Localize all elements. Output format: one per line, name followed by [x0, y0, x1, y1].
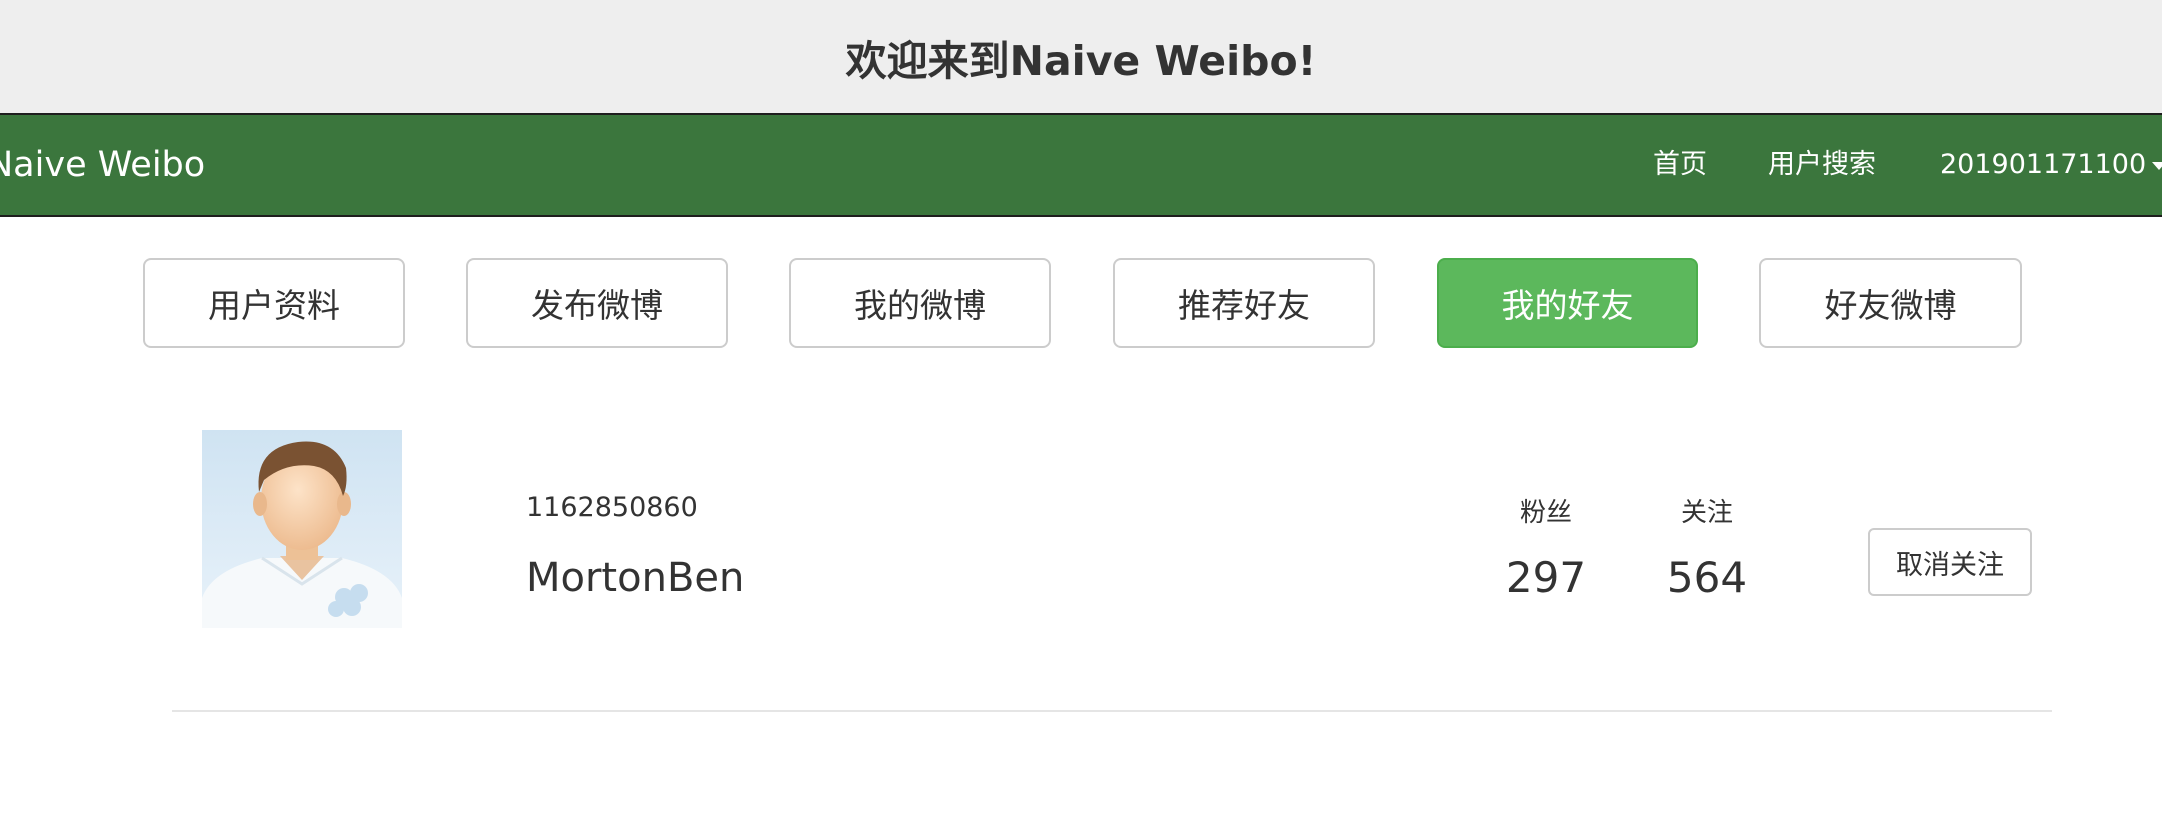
unfollow-button[interactable]: 取消关注 — [1868, 528, 2032, 596]
following-label: 关注 — [1680, 498, 1733, 528]
tab-my-weibo[interactable]: 我的微博 — [789, 258, 1051, 348]
avatar-image — [202, 430, 402, 628]
navbar-brand[interactable]: Naive Weibo — [0, 115, 205, 215]
following-count: 564 — [1666, 553, 1748, 602]
welcome-title: 欢迎来到Naive Weibo! — [845, 36, 1317, 85]
nav-user-label: 201901171100 — [1940, 149, 2147, 180]
followers-label: 粉丝 — [1519, 498, 1572, 528]
nav-home-link[interactable]: 首页 — [1653, 115, 1707, 215]
divider — [172, 710, 2052, 712]
followers-count: 297 — [1505, 553, 1587, 602]
tab-user-profile[interactable]: 用户资料 — [143, 258, 405, 348]
welcome-banner: 欢迎来到Naive Weibo! — [0, 0, 2162, 115]
tab-friends-weibo[interactable]: 好友微博 — [1759, 258, 2022, 348]
tab-my-friends[interactable]: 我的好友 — [1437, 258, 1698, 348]
nav-user-dropdown[interactable]: 201901171100 — [1940, 115, 2162, 215]
caret-down-icon — [2152, 161, 2162, 170]
tab-post-weibo[interactable]: 发布微博 — [466, 258, 728, 348]
navbar: Naive Weibo 首页 用户搜索 201901171100 — [0, 115, 2162, 217]
friend-username[interactable]: MortonBen — [526, 555, 744, 601]
tab-recommended-friends[interactable]: 推荐好友 — [1113, 258, 1375, 348]
avatar — [202, 430, 402, 628]
nav-user-search-link[interactable]: 用户搜索 — [1768, 115, 1876, 215]
friend-user-id: 1162850860 — [526, 492, 698, 523]
